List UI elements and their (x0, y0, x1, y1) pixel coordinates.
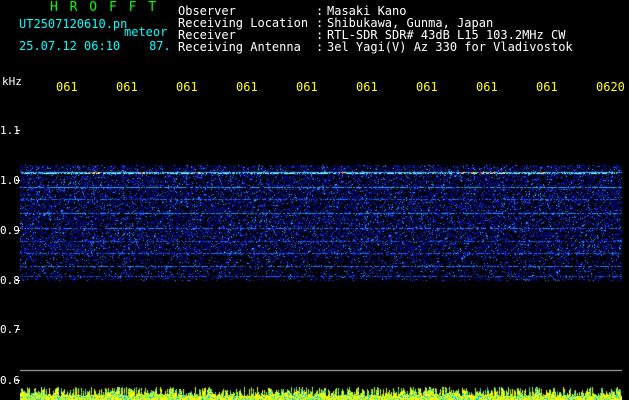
date-time: 25.07.12 06:10 87. (19, 40, 171, 52)
date-time-value: 25.07.12 06:10 (19, 39, 121, 53)
meteor-label: meteor (124, 25, 168, 39)
x-axis-label: 061 (236, 80, 258, 94)
meta-value-antenna: 3el Yagi(V) Az 330 for Vladivostok (327, 40, 573, 54)
x-axis-label: 061 (296, 80, 318, 94)
y-axis-unit: kHz (2, 75, 22, 88)
x-axis-label: 061 (416, 80, 438, 94)
hroft-title: H R O F F T (50, 0, 159, 15)
x-axis-label: 061 (56, 80, 78, 94)
x-axis-label: 061 (536, 80, 558, 94)
meta-colon: : (316, 40, 324, 54)
x-axis-label: 061 (176, 80, 198, 94)
x-axis-label: 061 (356, 80, 378, 94)
meteor-count: 87. (149, 39, 171, 53)
x-axis-label: 0620 (596, 80, 625, 94)
x-axis-label: 061 (476, 80, 498, 94)
file-name: UT2507120610.pn (19, 17, 128, 31)
x-axis-label: 061 (116, 80, 138, 94)
spectrogram-canvas (20, 95, 622, 400)
meta-label-antenna: Receiving Antenna (178, 40, 301, 54)
